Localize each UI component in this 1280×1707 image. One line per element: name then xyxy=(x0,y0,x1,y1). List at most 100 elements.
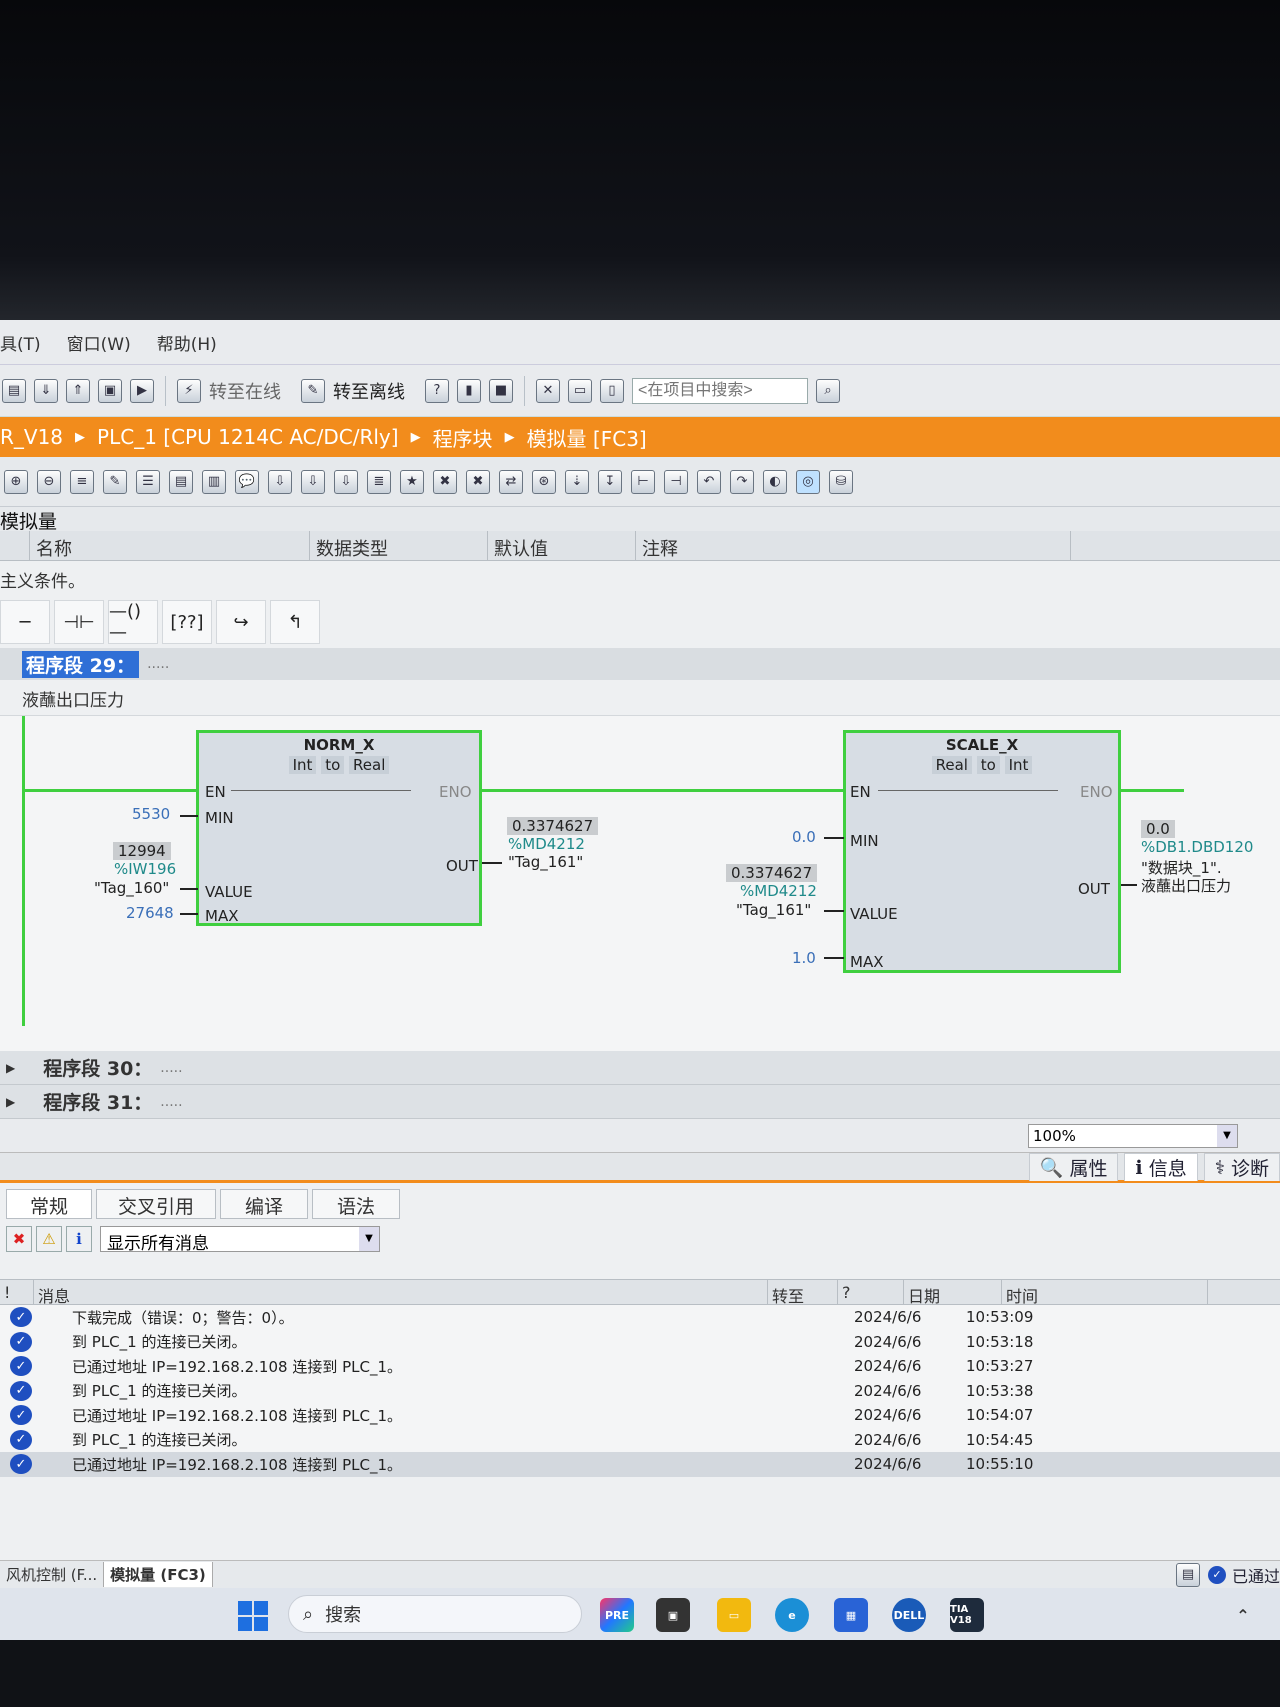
scale-x-type-in[interactable]: Real xyxy=(931,756,972,774)
start-cpu-icon[interactable]: ▮ xyxy=(457,378,481,403)
norm-x-type-in[interactable]: Int xyxy=(288,756,317,774)
store-icon[interactable]: ▦ xyxy=(834,1598,868,1632)
warning-filter-icon[interactable]: ⚠ xyxy=(36,1226,62,1252)
favorites-star-icon[interactable]: ★ xyxy=(400,469,424,494)
absolute-operands-icon[interactable]: ⇩ xyxy=(268,469,292,494)
upload-icon[interactable]: ⇑ xyxy=(66,378,90,403)
portal-view-icon[interactable]: ▤ xyxy=(1175,1562,1200,1587)
interface-col-comment[interactable]: 注释 xyxy=(636,531,1071,560)
project-search-input[interactable] xyxy=(632,377,808,404)
table-row[interactable]: ✓ 已通过地址 IP=192.168.2.108 连接到 PLC_1。 2024… xyxy=(0,1354,1280,1379)
scale-x-out-tag-member[interactable]: 液蘸出口压力 xyxy=(1141,875,1231,896)
delete-network-icon[interactable]: ⊖ xyxy=(37,469,61,494)
interface-col-default[interactable]: 默认值 xyxy=(488,531,636,560)
scale-x-min-operand[interactable]: 0.0 xyxy=(792,828,816,846)
split-horizontal-icon[interactable]: ▭ xyxy=(568,378,592,403)
error-filter-icon[interactable]: ✖ xyxy=(6,1226,32,1252)
scale-x-value-address[interactable]: %MD4212 xyxy=(740,882,817,900)
tab-general[interactable]: 常规 xyxy=(6,1189,92,1219)
comments-icon[interactable]: 💬 xyxy=(235,469,259,494)
tab-diagnostics[interactable]: ⚕ 诊断 xyxy=(1203,1153,1280,1181)
accessible-devices-icon[interactable]: ? xyxy=(425,378,449,403)
scale-x-box[interactable]: SCALE_X Real to Int EN ENO MIN VALUE MAX… xyxy=(843,730,1121,973)
info-filter-icon[interactable]: ℹ xyxy=(66,1226,92,1252)
compare-icon[interactable]: ⇄ xyxy=(499,469,523,494)
breadcrumb-project[interactable]: R_V18 xyxy=(0,425,63,449)
norm-x-min-operand[interactable]: 5530 xyxy=(132,805,170,823)
col-time[interactable]: 时间 xyxy=(1002,1280,1208,1306)
open-networks-icon[interactable]: ▥ xyxy=(202,469,226,494)
network-29-label[interactable]: 程序段 29： xyxy=(22,650,140,678)
insert-network-icon[interactable]: ⊕ xyxy=(4,469,28,494)
message-filter-select[interactable]: 显示所有消息 ▼ xyxy=(100,1226,380,1254)
file-explorer-icon[interactable]: ▭ xyxy=(717,1598,751,1632)
editor-tab-analog[interactable]: 模拟量 (FC3) xyxy=(104,1562,213,1587)
open-branch-icon[interactable]: ↪ xyxy=(216,600,266,644)
norm-x-type-out[interactable]: Real xyxy=(349,756,390,774)
close-branch-icon[interactable]: ⊣ xyxy=(664,469,688,494)
start-simulation-icon[interactable]: ▶ xyxy=(130,378,154,403)
favorites-icon[interactable]: ⇩ xyxy=(334,469,358,494)
network-31-label[interactable]: 程序段 31： xyxy=(43,1088,152,1115)
table-row[interactable]: ✓ 到 PLC_1 的连接已关闭。 2024/6/6 10:54:45 xyxy=(0,1427,1280,1452)
menu-tools[interactable]: 具(T) xyxy=(0,330,41,355)
tia-portal-icon[interactable]: TIA V18 xyxy=(950,1598,984,1632)
database-icon[interactable]: ⛁ xyxy=(829,469,853,494)
table-row[interactable]: ✓ 下载完成（错误：0；警告：0）。 2024/6/6 10:53:09 xyxy=(0,1305,1280,1330)
norm-x-out-address[interactable]: %MD4212 xyxy=(508,835,585,853)
network-30-label[interactable]: 程序段 30： xyxy=(43,1054,152,1081)
norm-x-value-tag[interactable]: "Tag_160" xyxy=(94,879,169,897)
split-vertical-icon[interactable]: ▯ xyxy=(600,378,624,403)
empty-box-icon[interactable]: [??] xyxy=(162,600,212,644)
expand-network-icon[interactable]: ▶ xyxy=(6,1095,15,1109)
col-goto[interactable]: 转至 xyxy=(768,1280,838,1306)
go-to-error-icon[interactable]: ✖ xyxy=(433,469,457,494)
norm-x-value-address[interactable]: %IW196 xyxy=(114,860,176,878)
network-29-comment[interactable]: 液蘸出口压力 xyxy=(0,680,1280,716)
tab-properties[interactable]: 🔍 属性 xyxy=(1028,1153,1119,1181)
expand-network-icon[interactable]: ▶ xyxy=(6,1061,15,1075)
editor-tab-fan-control[interactable]: 风机控制 (F... xyxy=(0,1562,105,1587)
call-hierarchy-icon[interactable]: ↧ xyxy=(598,469,622,494)
task-view-icon[interactable]: ▣ xyxy=(656,1598,690,1632)
col-message[interactable]: 消息 xyxy=(34,1280,768,1306)
tab-syntax[interactable]: 语法 xyxy=(312,1189,400,1219)
normally-open-contact-icon[interactable]: ⊣⊢ xyxy=(54,600,104,644)
download-icon[interactable]: ⇓ xyxy=(34,378,58,403)
go-to-next-error-icon[interactable]: ✖ xyxy=(466,469,490,494)
insert-branch-icon[interactable]: ⊢ xyxy=(631,469,655,494)
zoom-select[interactable]: 100% ▼ xyxy=(1028,1124,1238,1148)
stop-cpu-icon[interactable]: ■ xyxy=(489,378,513,403)
search-project-icon[interactable]: ⌕ xyxy=(816,378,840,403)
tab-info[interactable]: ℹ 信息 xyxy=(1124,1153,1198,1181)
breadcrumb-plc[interactable]: PLC_1 [CPU 1214C AC/DC/Rly] xyxy=(97,425,399,449)
norm-x-max-operand[interactable]: 27648 xyxy=(126,904,174,922)
go-online-button[interactable]: 转至在线 xyxy=(209,378,281,404)
compile-icon[interactable]: ▤ xyxy=(2,378,26,403)
wire-icon[interactable]: ─ xyxy=(0,600,50,644)
insert-row-icon[interactable]: ≡ xyxy=(70,469,94,494)
tag-info-icon[interactable]: ⇩ xyxy=(301,469,325,494)
norm-x-box[interactable]: NORM_X Int to Real EN ENO MIN VALUE MAX … xyxy=(196,730,482,926)
menu-help[interactable]: 帮助(H) xyxy=(157,330,217,355)
table-row[interactable]: ✓ 到 PLC_1 的连接已关闭。 2024/6/6 10:53:38 xyxy=(0,1378,1280,1403)
dell-icon[interactable]: DELL xyxy=(892,1598,926,1632)
go-offline-button[interactable]: 转至离线 xyxy=(333,378,405,404)
copilot-icon[interactable]: PRE xyxy=(600,1598,634,1632)
tab-cross-reference[interactable]: 交叉引用 xyxy=(96,1189,216,1219)
tab-compile[interactable]: 编译 xyxy=(220,1189,308,1219)
coil-icon[interactable]: —()— xyxy=(108,600,158,644)
collapse-networks-icon[interactable]: ▤ xyxy=(169,469,193,494)
network-31-title[interactable]: ▶ 程序段 31： ..... xyxy=(0,1085,1280,1119)
scale-x-value-tag[interactable]: "Tag_161" xyxy=(736,901,811,919)
edit-icon[interactable]: ✎ xyxy=(103,469,127,494)
modify-icon[interactable]: ⇣ xyxy=(565,469,589,494)
col-date[interactable]: 日期 xyxy=(904,1280,1002,1306)
monitoring-icon[interactable]: ⊛ xyxy=(532,469,556,494)
redo-icon[interactable]: ↷ xyxy=(730,469,754,494)
cross-reference-icon[interactable]: ✕ xyxy=(536,378,560,403)
properties-icon[interactable]: ◐ xyxy=(763,469,787,494)
monitor-on-off-icon[interactable]: ◎ xyxy=(796,469,820,494)
close-branch-icon[interactable]: ↰ xyxy=(270,600,320,644)
col-severity[interactable]: ! xyxy=(0,1280,34,1304)
